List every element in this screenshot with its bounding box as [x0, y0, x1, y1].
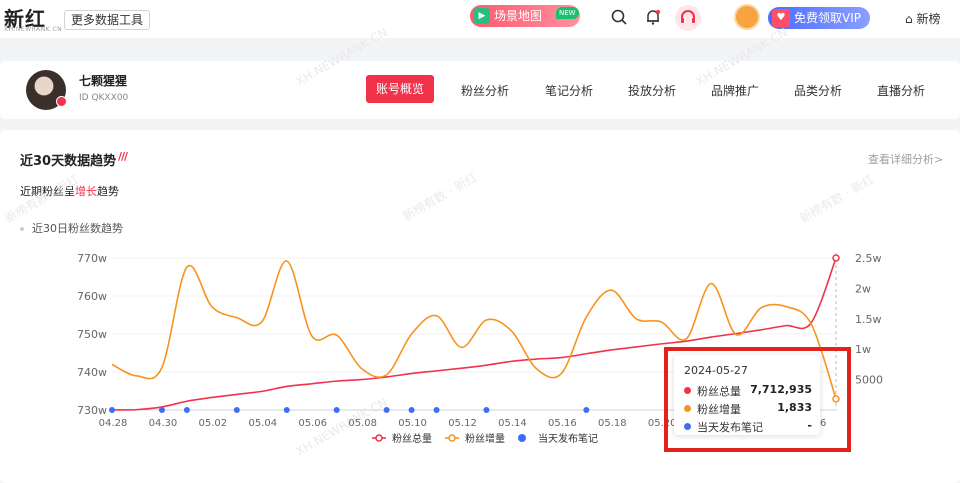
y-left-tick-label: 750w — [77, 328, 107, 341]
y-right-tick-label: 2.5w — [855, 252, 882, 265]
x-tick-label: 05.02 — [199, 418, 228, 429]
note-published-marker — [583, 407, 590, 413]
note-published-marker — [433, 407, 440, 413]
y-right-tick-label: 2w — [855, 282, 871, 295]
legend-label: 当天发布笔记 — [538, 432, 598, 445]
y-right-tick-label: 5000 — [855, 374, 883, 387]
legend-swatch — [448, 434, 456, 442]
note-published-marker — [383, 407, 390, 413]
note-published-marker — [183, 407, 190, 413]
x-tick-label: 05.16 — [548, 418, 577, 429]
x-tick-label: 05.18 — [598, 418, 627, 429]
y-left-tick-label: 770w — [77, 252, 107, 265]
y-left-tick-label: 740w — [77, 366, 107, 379]
y-left-tick-label: 730w — [77, 404, 107, 417]
y-right-tick-label: 1.5w — [855, 313, 882, 326]
highlight-box — [664, 347, 851, 452]
x-tick-label: 05.08 — [348, 418, 377, 429]
x-tick-label: 05.06 — [298, 418, 327, 429]
y-left-tick-label: 760w — [77, 290, 107, 303]
note-published-marker — [283, 407, 290, 413]
note-published-marker — [408, 407, 415, 413]
legend-label: 粉丝总量 — [392, 432, 432, 445]
x-tick-label: 05.04 — [248, 418, 277, 429]
legend-swatch — [518, 434, 526, 442]
total-fans-active-point — [832, 254, 840, 262]
note-published-marker — [233, 407, 240, 413]
x-tick-label: 05.12 — [448, 418, 477, 429]
x-tick-label: 05.14 — [498, 418, 527, 429]
x-tick-label: 05.10 — [398, 418, 427, 429]
x-tick-label: 04.30 — [149, 418, 178, 429]
legend-label: 粉丝增量 — [465, 432, 505, 445]
note-published-marker — [333, 407, 340, 413]
note-published-marker — [483, 407, 490, 413]
note-published-marker — [158, 407, 165, 413]
legend-swatch — [375, 434, 383, 442]
y-right-tick-label: 1w — [855, 343, 871, 356]
x-tick-label: 04.28 — [99, 418, 128, 429]
note-published-marker — [109, 407, 115, 413]
